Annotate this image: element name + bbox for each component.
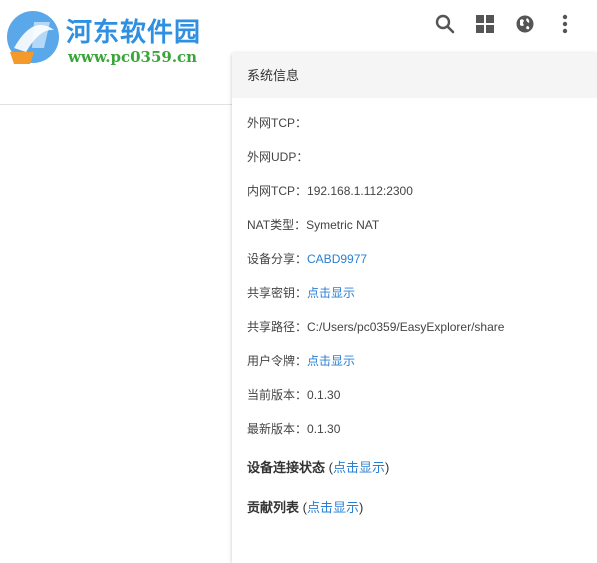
row-wan-udp: 外网UDP： [232,140,597,174]
row-value: C:/Users/pc0359/EasyExplorer/share [307,320,505,334]
row-wan-tcp: 外网TCP： [232,106,597,140]
section-title: 设备连接状态 [247,460,326,475]
row-user-token: 用户令牌：点击显示 [232,344,597,378]
row-latest-version: 最新版本：0.1.30 [232,412,597,446]
section-title: 贡献列表 [247,500,300,515]
row-value: Symetric NAT [306,218,380,232]
more-vert-icon [562,14,568,34]
row-value: 0.1.30 [307,388,341,402]
show-share-key-link[interactable]: 点击显示 [307,286,355,300]
row-label: 当前版本： [247,388,308,402]
more-menu-button[interactable] [553,12,577,36]
search-button[interactable] [433,12,457,36]
row-share-key: 共享密钥：点击显示 [232,276,597,310]
row-label: 最新版本： [247,422,308,436]
grid-icon [476,15,494,33]
show-connection-status-link[interactable]: 点击显示 [333,460,385,475]
row-share-path: 共享路径：C:/Users/pc0359/EasyExplorer/share [232,310,597,344]
row-nat-type: NAT类型：Symetric NAT [232,208,597,242]
watermark-logo-icon [7,11,59,64]
row-label: NAT类型： [247,218,307,232]
network-button[interactable] [513,12,537,36]
contribution-list-section: 贡献列表 (点击显示) [232,490,597,526]
system-info-panel: 系统信息 外网TCP： 外网UDP： 内网TCP：192.168.1.112:2… [232,53,597,563]
paren-close: ) [358,500,364,515]
row-label: 外网TCP： [247,116,308,130]
row-lan-tcp: 内网TCP：192.168.1.112:2300 [232,174,597,208]
panel-title: 系统信息 [232,53,597,98]
row-label: 共享路径： [247,320,308,334]
search-icon [435,14,455,34]
row-value: 192.168.1.112:2300 [307,184,413,198]
paren-close: ) [384,460,390,475]
row-value: 0.1.30 [307,422,341,436]
row-current-version: 当前版本：0.1.30 [232,378,597,412]
row-device-share: 设备分享：CABD9977 [232,242,597,276]
row-label: 内网TCP： [247,184,308,198]
show-contribution-list-link[interactable]: 点击显示 [307,500,359,515]
row-label: 共享密钥： [247,286,308,300]
watermark-logo: 河东软件园 www.pc0359.cn [4,6,244,72]
paren-open: ( [299,500,307,515]
row-label: 外网UDP： [247,150,309,164]
globe-icon [516,15,534,33]
info-list: 外网TCP： 外网UDP： 内网TCP：192.168.1.112:2300 N… [232,98,597,446]
watermark-url: www.pc0359.cn [68,48,198,66]
watermark-title: 河东软件园 [66,18,202,48]
paren-open: ( [325,460,333,475]
row-label: 设备分享： [247,252,308,266]
device-connection-status-section: 设备连接状态 (点击显示) [232,450,597,486]
row-label: 用户令牌： [247,354,308,368]
grid-view-button[interactable] [473,12,497,36]
show-user-token-link[interactable]: 点击显示 [307,354,355,368]
device-share-link[interactable]: CABD9977 [307,252,367,266]
